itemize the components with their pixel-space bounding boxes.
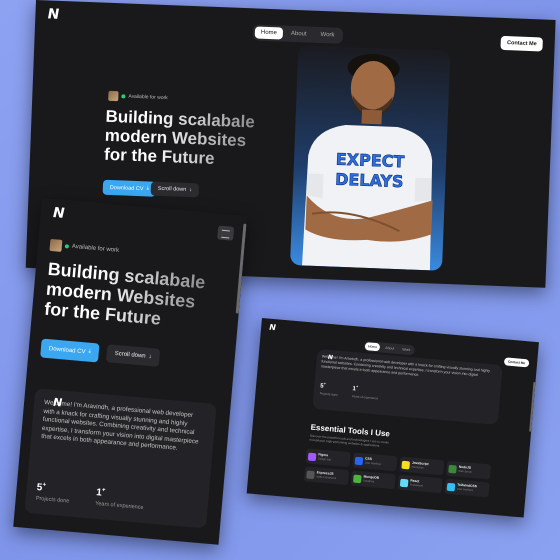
- scrollbar-thumb[interactable]: [529, 381, 536, 432]
- nav-about[interactable]: About: [382, 344, 398, 353]
- tool-icon: [353, 474, 362, 483]
- tablet-preview: N Home About Work Contact Me Welcome! I'…: [246, 318, 539, 518]
- tool-icon: [448, 464, 457, 474]
- download-cv-label: Download CV: [48, 345, 86, 355]
- nav-work[interactable]: Work: [314, 29, 340, 42]
- scroll-down-label: Scroll down: [114, 350, 146, 360]
- nav-work[interactable]: Work: [399, 345, 414, 354]
- tool-card[interactable]: TailwindCSS User Interface: [444, 478, 490, 498]
- contact-button[interactable]: Contact Me: [500, 35, 543, 52]
- shirt-text-1: EXPECT: [335, 150, 404, 172]
- mobile-preview: N Available for work Building scalabale …: [13, 198, 248, 545]
- availability-badge: Available for work: [49, 238, 120, 257]
- contact-button[interactable]: Contact Me: [503, 357, 530, 368]
- nav-home[interactable]: Home: [364, 342, 381, 352]
- availability-text: Available for work: [128, 93, 168, 102]
- tool-icon: [354, 456, 364, 465]
- status-dot: [121, 94, 126, 99]
- tool-card[interactable]: NodeJS Web Server: [445, 460, 492, 480]
- scroll-down-button[interactable]: Scroll down ↓: [150, 181, 200, 198]
- about-card: Welcome! I'm Aravindh, a professional we…: [24, 388, 217, 529]
- hero-headline: Building scalabale modern Websites for t…: [43, 259, 206, 333]
- nav-about[interactable]: About: [285, 28, 313, 41]
- scroll-down-label: Scroll down: [157, 185, 187, 193]
- avatar: [49, 238, 63, 252]
- hero-headline: Building scalabale modern Websites for t…: [104, 107, 255, 170]
- portrait-photo: EXPECT DELAYS: [290, 45, 451, 271]
- scroll-down-button[interactable]: Scroll down ↓: [105, 344, 161, 367]
- tool-card[interactable]: MongoDB Database: [350, 470, 396, 490]
- tool-icon: [307, 452, 317, 461]
- tool-icon: [401, 460, 411, 469]
- arrow-down-icon: ↓: [148, 353, 152, 361]
- availability-badge: Available for work: [108, 90, 168, 103]
- arrow-down-icon: ↓: [189, 187, 193, 194]
- nav-bar: Home About Work: [252, 24, 343, 44]
- tool-desc: Web Server: [458, 469, 473, 474]
- download-icon: ⤓: [146, 185, 150, 192]
- tool-card[interactable]: React Framework: [397, 474, 443, 494]
- tool-icon: [446, 482, 456, 491]
- tool-desc: User Interface: [364, 461, 382, 466]
- tools-grid: Figma Design tool CSS User Interface JavaScr…: [303, 448, 492, 498]
- logo[interactable]: N: [51, 205, 66, 222]
- person-illustration: EXPECT DELAYS: [302, 53, 433, 271]
- download-cv-button[interactable]: Download CV ⤓: [40, 338, 100, 363]
- download-cv-label: Download CV: [109, 184, 144, 192]
- tool-desc: Framework: [409, 483, 424, 488]
- tool-desc: Design tool: [317, 457, 332, 462]
- download-icon: ⤓: [88, 348, 92, 355]
- tool-icon: [399, 478, 409, 487]
- shirt-text-2: DELAYS: [335, 170, 404, 192]
- nav-home[interactable]: Home: [254, 26, 284, 40]
- card-logo: N: [51, 395, 64, 410]
- logo[interactable]: N: [46, 6, 61, 22]
- tool-card[interactable]: CSS User Interface: [352, 452, 398, 472]
- download-cv-button[interactable]: Download CV ⤓: [102, 179, 157, 197]
- card-logo: N: [327, 353, 334, 362]
- tool-card[interactable]: Figma Design tool: [305, 448, 351, 468]
- status-dot: [64, 244, 70, 249]
- tool-card[interactable]: JavaScript Interaction: [399, 456, 445, 476]
- tool-card[interactable]: ExpressJS Node Framework: [303, 466, 350, 486]
- tool-desc: Node Framework: [316, 475, 337, 481]
- logo[interactable]: N: [268, 323, 277, 332]
- avatar: [108, 90, 119, 102]
- menu-icon[interactable]: [217, 225, 235, 241]
- tool-icon: [306, 469, 315, 479]
- availability-text: Available for work: [71, 243, 120, 254]
- about-card: Welcome! I'm Aravindh, a professional we…: [312, 348, 503, 425]
